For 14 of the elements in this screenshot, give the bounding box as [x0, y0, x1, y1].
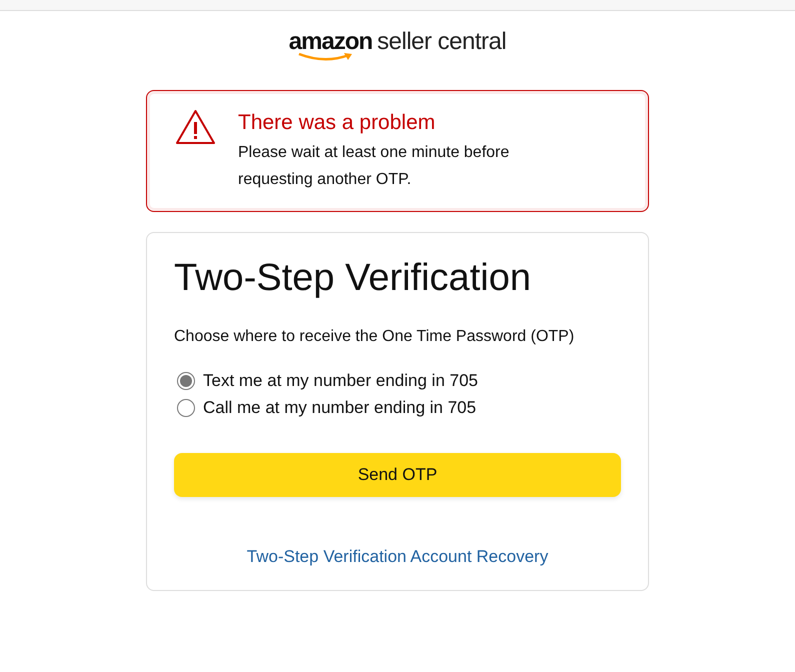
radio-button[interactable]	[177, 398, 195, 416]
logo-product: seller central	[377, 30, 506, 54]
smile-arrow-icon	[296, 52, 355, 62]
logo-brand: amazon	[288, 30, 372, 54]
radio-option[interactable]: Call me at my number ending in 705	[174, 395, 621, 420]
alert-message: Please wait at least one minute before requesting another OTP.	[238, 143, 510, 190]
alert-title: There was a problem	[238, 110, 436, 136]
warning-icon	[175, 109, 216, 145]
card-prompt: Choose where to receive the One Time Password (OTP)	[174, 327, 576, 347]
radio-option[interactable]: Text me at my number ending in 705	[174, 368, 621, 393]
account-recovery-link[interactable]: Two-Step Verification Account Recovery	[246, 544, 548, 570]
radio-button[interactable]	[177, 372, 195, 390]
card-title: Two-Step Verification	[174, 256, 532, 301]
send-otp-button[interactable]: Send OTP	[174, 453, 621, 497]
